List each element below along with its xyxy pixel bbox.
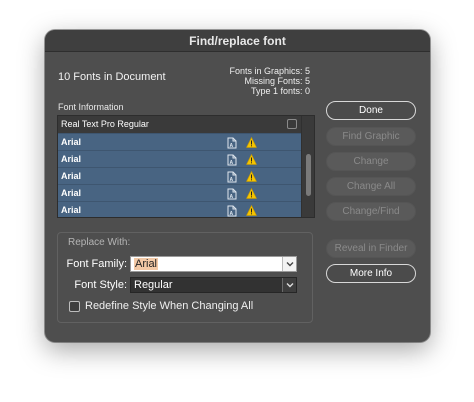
fonts-in-graphics-stat: Fonts in Graphics: 5 xyxy=(229,66,310,76)
change-all-button[interactable]: Change All xyxy=(326,177,416,196)
chevron-down-icon xyxy=(286,283,294,288)
font-name: Arial xyxy=(61,188,82,198)
warning-icon xyxy=(246,188,257,199)
font-style-value: Regular xyxy=(134,279,173,291)
svg-text:A: A xyxy=(230,194,234,200)
redefine-style-checkbox[interactable] xyxy=(69,301,80,312)
font-row-checkbox[interactable] xyxy=(287,119,297,129)
font-name: Arial xyxy=(61,205,82,215)
font-name: Arial xyxy=(61,137,82,147)
warning-icon xyxy=(246,154,257,165)
font-row[interactable]: Arial A xyxy=(58,150,302,167)
reveal-in-finder-button[interactable]: Reveal in Finder xyxy=(326,239,416,258)
font-name: Arial xyxy=(61,171,82,181)
change-find-button[interactable]: Change/Find xyxy=(326,202,416,221)
font-list[interactable]: Real Text Pro Regular Arial A Arial A Ar… xyxy=(57,115,315,218)
font-name: Arial xyxy=(61,154,82,164)
font-style-label: Font Style: xyxy=(74,279,127,291)
missing-font-document-icon: A xyxy=(227,188,237,200)
font-style-dropdown[interactable] xyxy=(282,278,296,292)
font-family-field[interactable]: Arial xyxy=(130,256,297,272)
missing-font-document-icon: A xyxy=(227,205,237,217)
svg-text:A: A xyxy=(230,211,234,217)
more-info-button[interactable]: More Info xyxy=(326,264,416,283)
font-style-select[interactable]: Regular xyxy=(130,277,297,293)
svg-text:A: A xyxy=(230,160,234,166)
missing-font-document-icon: A xyxy=(227,154,237,166)
change-button[interactable]: Change xyxy=(326,152,416,171)
font-family-label: Font Family: xyxy=(66,258,127,270)
chevron-down-icon xyxy=(286,262,294,267)
warning-icon xyxy=(246,137,257,148)
replace-with-title: Replace With: xyxy=(68,237,131,248)
font-count-label: 10 Fonts in Document xyxy=(58,71,166,83)
redefine-style-label: Redefine Style When Changing All xyxy=(85,300,254,312)
missing-fonts-stat: Missing Fonts: 5 xyxy=(244,76,310,86)
missing-font-document-icon: A xyxy=(227,171,237,183)
font-family-value: Arial xyxy=(134,258,159,270)
font-list-scrollbar[interactable] xyxy=(301,116,314,217)
font-row[interactable]: Arial A xyxy=(58,201,302,217)
font-family-dropdown[interactable] xyxy=(282,257,296,271)
type1-fonts-stat: Type 1 fonts: 0 xyxy=(250,86,310,96)
font-row[interactable]: Arial A xyxy=(58,133,302,150)
font-name: Real Text Pro Regular xyxy=(61,119,149,129)
warning-icon xyxy=(246,171,257,182)
svg-text:A: A xyxy=(230,177,234,183)
missing-font-document-icon: A xyxy=(227,137,237,149)
font-list-header: Font Information xyxy=(58,102,124,112)
font-row[interactable]: Arial A xyxy=(58,167,302,184)
warning-icon xyxy=(246,205,257,216)
done-button[interactable]: Done xyxy=(326,101,416,120)
scrollbar-thumb[interactable] xyxy=(306,154,311,196)
find-replace-font-dialog: Find/replace font 10 Fonts in Document F… xyxy=(45,30,430,342)
font-row[interactable]: Arial A xyxy=(58,184,302,201)
font-row[interactable]: Real Text Pro Regular xyxy=(58,116,302,133)
find-graphic-button[interactable]: Find Graphic xyxy=(326,127,416,146)
font-stats: Fonts in Graphics: 5 Missing Fonts: 5 Ty… xyxy=(229,66,310,96)
dialog-title: Find/replace font xyxy=(45,30,430,52)
svg-text:A: A xyxy=(230,143,234,149)
